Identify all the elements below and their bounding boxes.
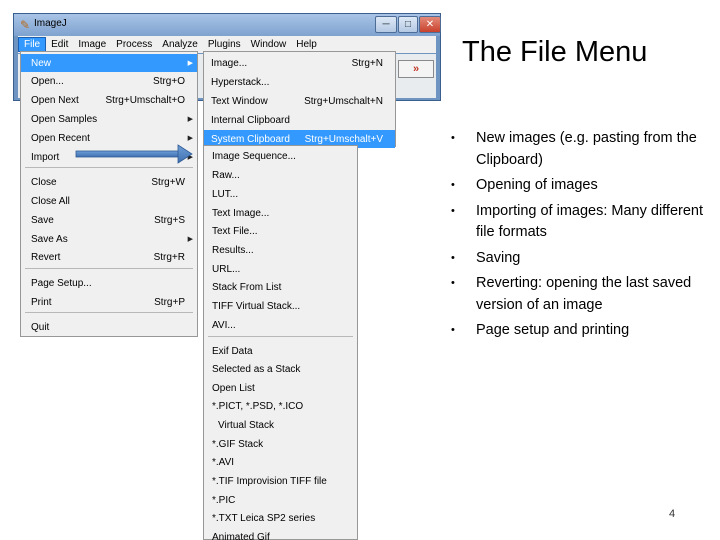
bullet-icon: •: [451, 204, 455, 217]
bullet-icon: •: [451, 132, 455, 144]
bullet-icon: •: [451, 179, 455, 191]
bullet-list: • New images (e.g. pasting from the Clipb…: [448, 128, 710, 346]
bullet-text: Saving: [476, 249, 521, 266]
bullet-icon: •: [451, 251, 455, 264]
slide-title: The File Menu: [462, 36, 648, 68]
bullet-text: Page setup and printing: [476, 322, 630, 338]
bullet-text: Opening of images: [476, 177, 598, 193]
bullet-item: • Reverting: opening the last saved versi…: [448, 273, 710, 316]
bullet-icon: •: [451, 324, 455, 336]
page-number: 4: [669, 508, 676, 520]
bullet-item: • Page setup and printing: [448, 320, 710, 342]
bullet-item: • Saving: [448, 248, 710, 270]
bullet-item: • Importing of images: Many different fil…: [448, 201, 710, 244]
bullet-text: New images (e.g. pasting from the Clipbo…: [476, 130, 697, 168]
bullet-item: • New images (e.g. pasting from the Clipb…: [448, 128, 710, 171]
bullet-item: • Opening of images: [448, 175, 710, 197]
bullet-text: Importing of images: Many different file…: [476, 202, 704, 241]
bullet-icon: •: [451, 277, 455, 289]
bullet-text: Reverting: opening the last saved versio…: [476, 275, 692, 313]
